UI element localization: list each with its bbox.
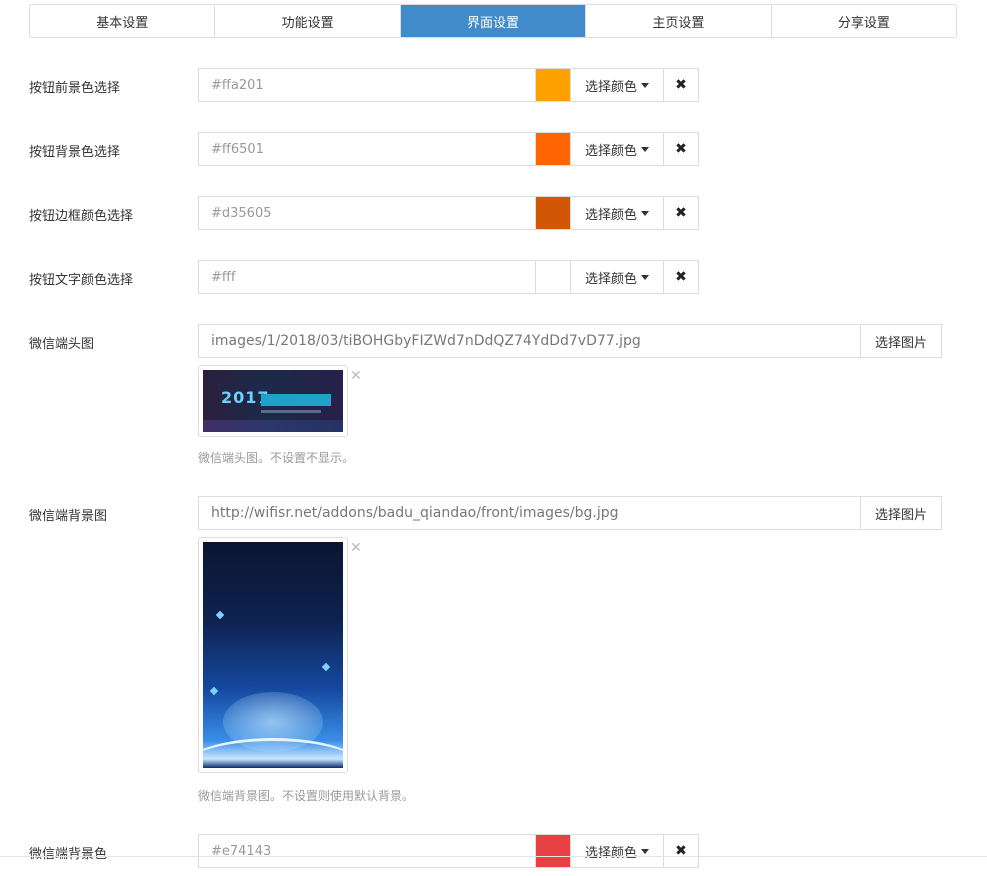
- clear-icon[interactable]: ✖: [663, 834, 699, 868]
- button-border-input[interactable]: #d35605: [198, 196, 535, 230]
- background-image-preview: [203, 542, 343, 768]
- pick-image-button[interactable]: 选择图片: [860, 496, 942, 530]
- button-background-swatch[interactable]: [535, 132, 570, 166]
- header-image-preview: 2017: [203, 370, 343, 432]
- button-border-color-group: #d35605 选择颜色 ✖: [198, 196, 699, 230]
- caret-down-icon: [641, 210, 649, 216]
- button-border-label: 按钮边框颜色选择: [29, 209, 134, 224]
- pick-color-button[interactable]: 选择颜色: [570, 196, 663, 230]
- pick-color-label: 选择颜色: [584, 271, 637, 287]
- viewport-divider: [0, 856, 987, 857]
- button-foreground-input[interactable]: #ffa201: [198, 68, 535, 102]
- clear-icon[interactable]: ✖: [663, 132, 699, 166]
- bg-horizon-arc: [203, 738, 343, 768]
- button-foreground-swatch[interactable]: [535, 68, 570, 102]
- wechat-background-image-input[interactable]: http://wifisr.net/addons/badu_qiandao/fr…: [198, 496, 860, 530]
- banner-title-bar: [261, 394, 331, 406]
- pick-color-label: 选择颜色: [584, 845, 637, 861]
- pick-color-label: 选择颜色: [584, 79, 637, 95]
- banner-bottom-band: [203, 420, 343, 432]
- bg-crystal-shape: [215, 610, 225, 620]
- tab-basic[interactable]: 基本设置: [30, 5, 216, 37]
- tab-function[interactable]: 功能设置: [215, 5, 401, 37]
- background-image-help: 微信端背景图。不设置则使用默认背景。: [198, 789, 415, 803]
- pick-color-label: 选择颜色: [584, 143, 637, 159]
- wechat-header-image-group: images/1/2018/03/tiBOHGbyFIZWd7nDdQZ74Yd…: [198, 324, 942, 358]
- wechat-background-image-label: 微信端背景图: [29, 509, 108, 524]
- pick-color-label: 选择颜色: [584, 207, 637, 223]
- button-background-input[interactable]: #ff6501: [198, 132, 535, 166]
- header-image-help: 微信端头图。不设置不显示。: [198, 451, 355, 465]
- button-text-color-swatch[interactable]: [535, 260, 570, 294]
- bg-crystal-shape: [321, 662, 331, 672]
- wechat-background-color-input[interactable]: #e74143: [198, 834, 535, 868]
- wechat-background-color-group: #e74143 选择颜色 ✖: [198, 834, 699, 868]
- button-text-color-group: #fff 选择颜色 ✖: [198, 260, 699, 294]
- clear-icon[interactable]: ✖: [663, 260, 699, 294]
- button-border-swatch[interactable]: [535, 196, 570, 230]
- pick-color-button[interactable]: 选择颜色: [570, 260, 663, 294]
- button-background-label: 按钮背景色选择: [29, 145, 121, 160]
- header-image-thumbnail: 2017: [198, 365, 348, 437]
- pick-color-button[interactable]: 选择颜色: [570, 68, 663, 102]
- remove-image-icon[interactable]: ✕: [350, 368, 362, 384]
- wechat-header-image-input[interactable]: images/1/2018/03/tiBOHGbyFIZWd7nDdQZ74Yd…: [198, 324, 860, 358]
- tab-share[interactable]: 分享设置: [772, 5, 956, 37]
- settings-tabs: 基本设置 功能设置 界面设置 主页设置 分享设置: [29, 4, 957, 38]
- caret-down-icon: [641, 274, 649, 280]
- wechat-background-color-label: 微信端背景色: [29, 847, 108, 862]
- clear-icon[interactable]: ✖: [663, 196, 699, 230]
- button-text-color-label: 按钮文字颜色选择: [29, 273, 134, 288]
- caret-down-icon: [641, 146, 649, 152]
- caret-down-icon: [641, 82, 649, 88]
- pick-color-button[interactable]: 选择颜色: [570, 132, 663, 166]
- banner-subtitle-bar: [261, 410, 321, 413]
- button-text-color-input[interactable]: #fff: [198, 260, 535, 294]
- tab-homepage[interactable]: 主页设置: [586, 5, 772, 37]
- clear-icon[interactable]: ✖: [663, 68, 699, 102]
- tab-interface[interactable]: 界面设置: [400, 5, 587, 37]
- pick-color-button[interactable]: 选择颜色: [570, 834, 663, 868]
- wechat-background-color-swatch[interactable]: [535, 834, 570, 868]
- wechat-background-image-group: http://wifisr.net/addons/badu_qiandao/fr…: [198, 496, 942, 530]
- button-foreground-color-group: #ffa201 选择颜色 ✖: [198, 68, 699, 102]
- wechat-header-image-label: 微信端头图: [29, 337, 95, 352]
- remove-image-icon[interactable]: ✕: [350, 540, 362, 556]
- button-background-color-group: #ff6501 选择颜色 ✖: [198, 132, 699, 166]
- button-foreground-label: 按钮前景色选择: [29, 81, 121, 96]
- pick-image-button[interactable]: 选择图片: [860, 324, 942, 358]
- bg-crystal-shape: [209, 686, 219, 696]
- caret-down-icon: [641, 848, 649, 854]
- background-image-thumbnail: [198, 537, 348, 773]
